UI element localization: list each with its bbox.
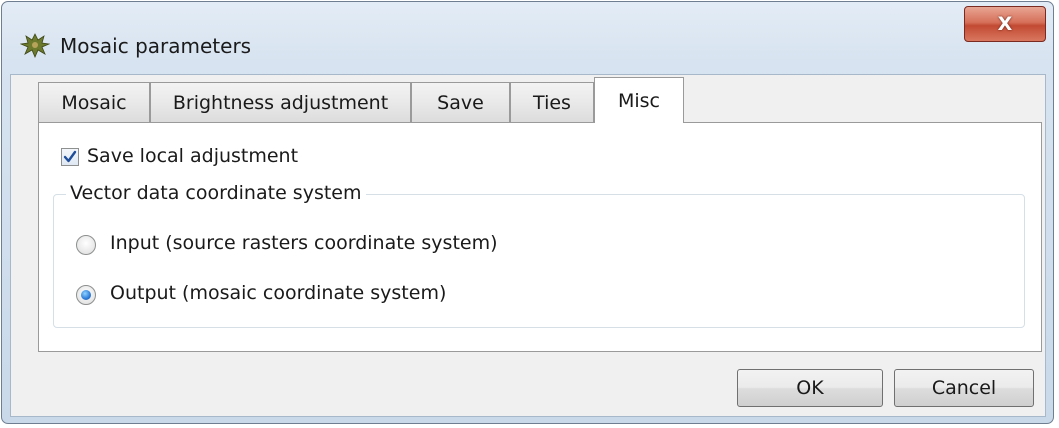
groupbox-title: Vector data coordinate system (66, 182, 366, 204)
output-coordinate-radio[interactable] (76, 285, 96, 305)
cancel-button[interactable]: Cancel (894, 369, 1034, 407)
window-title: Mosaic parameters (60, 34, 252, 58)
input-coordinate-radio[interactable] (76, 235, 96, 255)
close-button[interactable]: X (964, 6, 1046, 42)
tab-label: Brightness adjustment (172, 91, 389, 114)
tab-misc[interactable]: Misc (594, 77, 684, 123)
tab-label: Save (437, 91, 484, 114)
title-bar[interactable]: Mosaic parameters X (2, 2, 1053, 74)
mosaic-app-icon (19, 32, 51, 59)
tab-mosaic[interactable]: Mosaic (38, 82, 150, 122)
tab-brightness-adjustment[interactable]: Brightness adjustment (150, 82, 411, 122)
input-coordinate-label[interactable]: Input (source rasters coordinate system) (110, 232, 498, 254)
tab-label: Mosaic (61, 91, 127, 114)
tab-label: Misc (617, 89, 661, 112)
tab-panel-misc: Save local adjustment Vector data coordi… (38, 122, 1042, 352)
tab-label: Ties (533, 91, 571, 114)
tab-ties[interactable]: Ties (510, 82, 594, 122)
dialog-client-area: Mosaic Brightness adjustment Save Ties M… (10, 74, 1046, 417)
save-local-adjustment-checkbox[interactable] (61, 148, 79, 166)
radio-selected-dot (81, 290, 91, 300)
ok-button[interactable]: OK (737, 369, 883, 407)
output-coordinate-label[interactable]: Output (mosaic coordinate system) (110, 282, 446, 304)
tab-save[interactable]: Save (411, 82, 510, 122)
coordinate-system-groupbox: Vector data coordinate system Input (sou… (53, 182, 1025, 328)
dialog-window: Mosaic parameters X Mosaic Brightness ad… (1, 1, 1054, 424)
save-local-adjustment-label[interactable]: Save local adjustment (87, 145, 298, 167)
close-icon: X (997, 13, 1013, 35)
checkmark-icon (63, 150, 77, 163)
